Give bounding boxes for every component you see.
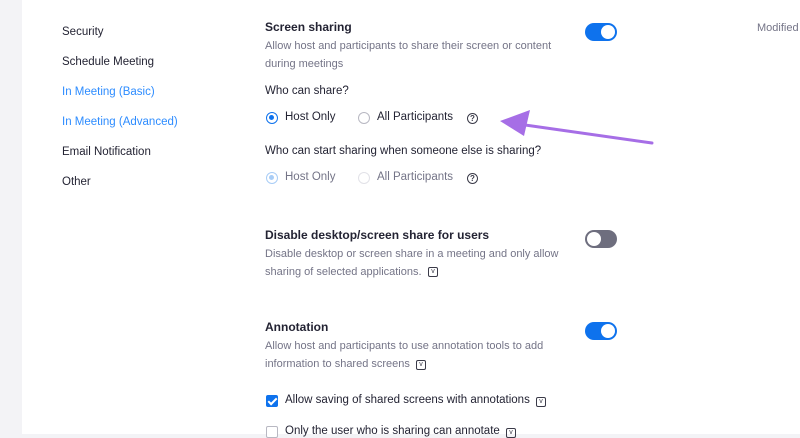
who-can-share-host-only-label[interactable]: Host Only	[285, 111, 336, 123]
toggle-knob	[601, 324, 615, 338]
disable-desktop-share-toggle[interactable]	[585, 230, 617, 248]
screen-sharing-description: Allow host and participants to share the…	[265, 40, 552, 70]
info-box-icon[interactable]: v	[536, 397, 546, 407]
annotation-description: Allow host and participants to use annot…	[265, 340, 544, 370]
who-can-share-all-participants-radio[interactable]	[358, 112, 370, 124]
who-can-share-question: Who can share?	[265, 85, 349, 97]
pointer-arrow-icon	[500, 110, 654, 145]
annotation-toggle[interactable]	[585, 322, 617, 340]
disable-desktop-share-title: Disable desktop/screen share for users	[265, 228, 490, 242]
sidebar-item-other[interactable]: Other	[62, 176, 91, 188]
only-sharer-annotate-checkbox[interactable]	[266, 426, 278, 438]
only-sharer-annotate-label[interactable]: Only the user who is sharing can annotat…	[285, 425, 500, 437]
sidebar-item-in-meeting-advanced[interactable]: In Meeting (Advanced)	[62, 116, 178, 128]
annotation-title: Annotation	[265, 320, 329, 334]
toggle-knob	[601, 25, 615, 39]
info-box-icon[interactable]: v	[428, 267, 438, 277]
who-can-share-all-participants-label[interactable]: All Participants	[377, 111, 453, 123]
allow-saving-annotations-label[interactable]: Allow saving of shared screens with anno…	[285, 394, 530, 406]
sidebar-item-in-meeting-basic[interactable]: In Meeting (Basic)	[62, 86, 155, 98]
modified-label: Modified	[757, 22, 799, 34]
info-box-icon[interactable]: v	[416, 360, 426, 370]
who-can-start-all-participants-radio[interactable]	[358, 172, 370, 184]
screen-sharing-toggle[interactable]	[585, 23, 617, 41]
who-can-share-host-only-radio[interactable]	[266, 112, 278, 124]
disable-desktop-share-description: Disable desktop or screen share in a mee…	[265, 248, 559, 278]
toggle-knob	[587, 232, 601, 246]
allow-saving-annotations-checkbox[interactable]	[266, 395, 278, 407]
sidebar-item-security[interactable]: Security	[62, 26, 104, 38]
who-can-start-host-only-radio[interactable]	[266, 172, 278, 184]
who-can-start-host-only-label[interactable]: Host Only	[285, 171, 336, 183]
screen-sharing-title: Screen sharing	[265, 20, 352, 34]
question-circle-icon[interactable]: ?	[467, 113, 478, 124]
info-box-icon[interactable]: v	[506, 428, 516, 438]
who-can-start-all-participants-label[interactable]: All Participants	[377, 171, 453, 183]
question-circle-icon[interactable]: ?	[467, 173, 478, 184]
sidebar-item-schedule-meeting[interactable]: Schedule Meeting	[62, 56, 154, 68]
sidebar-item-email-notification[interactable]: Email Notification	[62, 146, 151, 158]
